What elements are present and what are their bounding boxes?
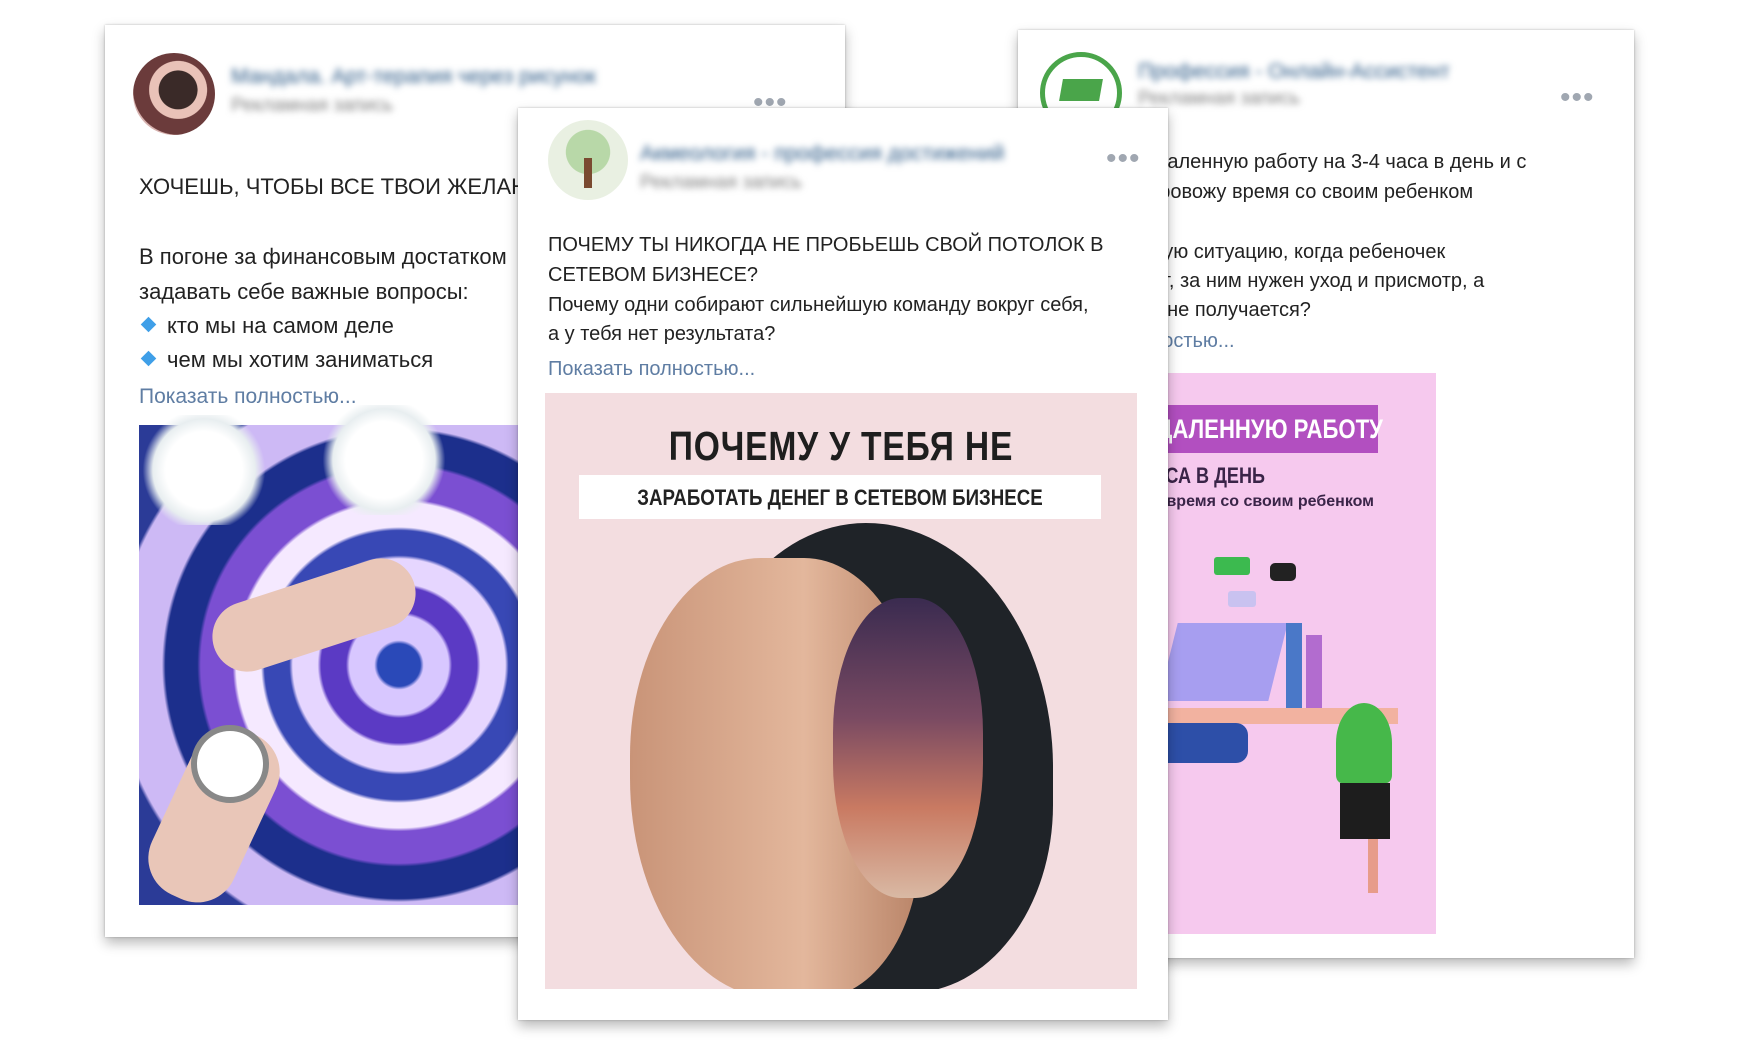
- ad-label: Рекламная запись: [231, 95, 393, 116]
- post-text-line: Почему одни собирают сильнейшую команду …: [548, 294, 1089, 316]
- post-text-line: СЕТЕВОМ БИЗНЕСЕ?: [548, 264, 759, 286]
- post-text-line: ем провожу время со своим ребенком: [1118, 181, 1474, 203]
- tree-icon: [584, 158, 592, 188]
- chat-bubble-icon: [1214, 557, 1250, 575]
- post-text-line: В погоне за финансовым достатком: [139, 244, 507, 269]
- post-text-line: а у тебя нет результата?: [548, 323, 776, 345]
- more-options-icon[interactable]: •••: [753, 88, 788, 118]
- plant-leaves: [1336, 703, 1392, 783]
- avatar[interactable]: [133, 53, 215, 135]
- author-name[interactable]: Мандала. Арт-терапия через рисунок: [231, 65, 596, 89]
- diamond-icon: [140, 316, 157, 333]
- flower-decoration: [139, 415, 269, 525]
- chat-bubble-icon: [1270, 563, 1296, 581]
- show-more-link[interactable]: Показать полностью...: [548, 358, 755, 381]
- post-text-line: ПОЧЕМУ ТЫ НИКОГДА НЕ ПРОБЬЕШЬ СВОЙ ПОТОЛ…: [548, 234, 1104, 256]
- graduation-cap-icon: [1059, 79, 1103, 101]
- ad-label: Рекламная запись: [1138, 88, 1300, 109]
- plant-pot: [1340, 783, 1390, 839]
- diamond-icon: [140, 350, 157, 367]
- more-options-icon[interactable]: •••: [1560, 83, 1595, 113]
- bullet-item: чем мы хотим заниматься: [139, 343, 433, 377]
- post-image-network[interactable]: ПОЧЕМУ У ТЕБЯ НЕ ПОЛУЧАЕТСЯ ЗАРАБОТАТЬ Д…: [545, 393, 1137, 989]
- folder: [1306, 635, 1322, 708]
- chat-bubble-icon: [1228, 591, 1256, 607]
- laptop-icon: [1158, 623, 1288, 701]
- more-options-icon[interactable]: •••: [1106, 144, 1141, 174]
- hand-with-pen: [203, 549, 425, 681]
- avatar[interactable]: [548, 120, 628, 200]
- post-text-line: ХОЧЕШЬ, ЧТОБЫ ВСЕ ТВОИ ЖЕЛАНИЯ: [139, 174, 559, 199]
- portrait-collage: [833, 598, 983, 898]
- flower-decoration: [319, 405, 449, 515]
- watch: [191, 725, 269, 803]
- post-text-line: задавать себе важные вопросы:: [139, 279, 469, 304]
- author-name[interactable]: Профессия - Онлайн-Ассистент: [1138, 60, 1450, 84]
- image-subtitle: ЗАРАБОТАТЬ ДЕНЕГ В СЕТЕВОМ БИЗНЕСЕ: [637, 485, 1043, 510]
- ad-label: Рекламная запись: [640, 172, 802, 193]
- author-name[interactable]: Акмеология - профессия достижений: [640, 142, 1004, 166]
- bullet-item: кто мы на самом деле: [139, 309, 394, 343]
- post-card-akmeology: Акмеология - профессия достижений Реклам…: [518, 108, 1168, 1020]
- image-subtitle-strip: ЗАРАБОТАТЬ ДЕНЕГ В СЕТЕВОМ БИЗНЕСЕ: [579, 475, 1101, 519]
- post-text-line: ла удаленную работу на 3-4 часа в день и…: [1118, 151, 1527, 173]
- folder: [1286, 623, 1302, 708]
